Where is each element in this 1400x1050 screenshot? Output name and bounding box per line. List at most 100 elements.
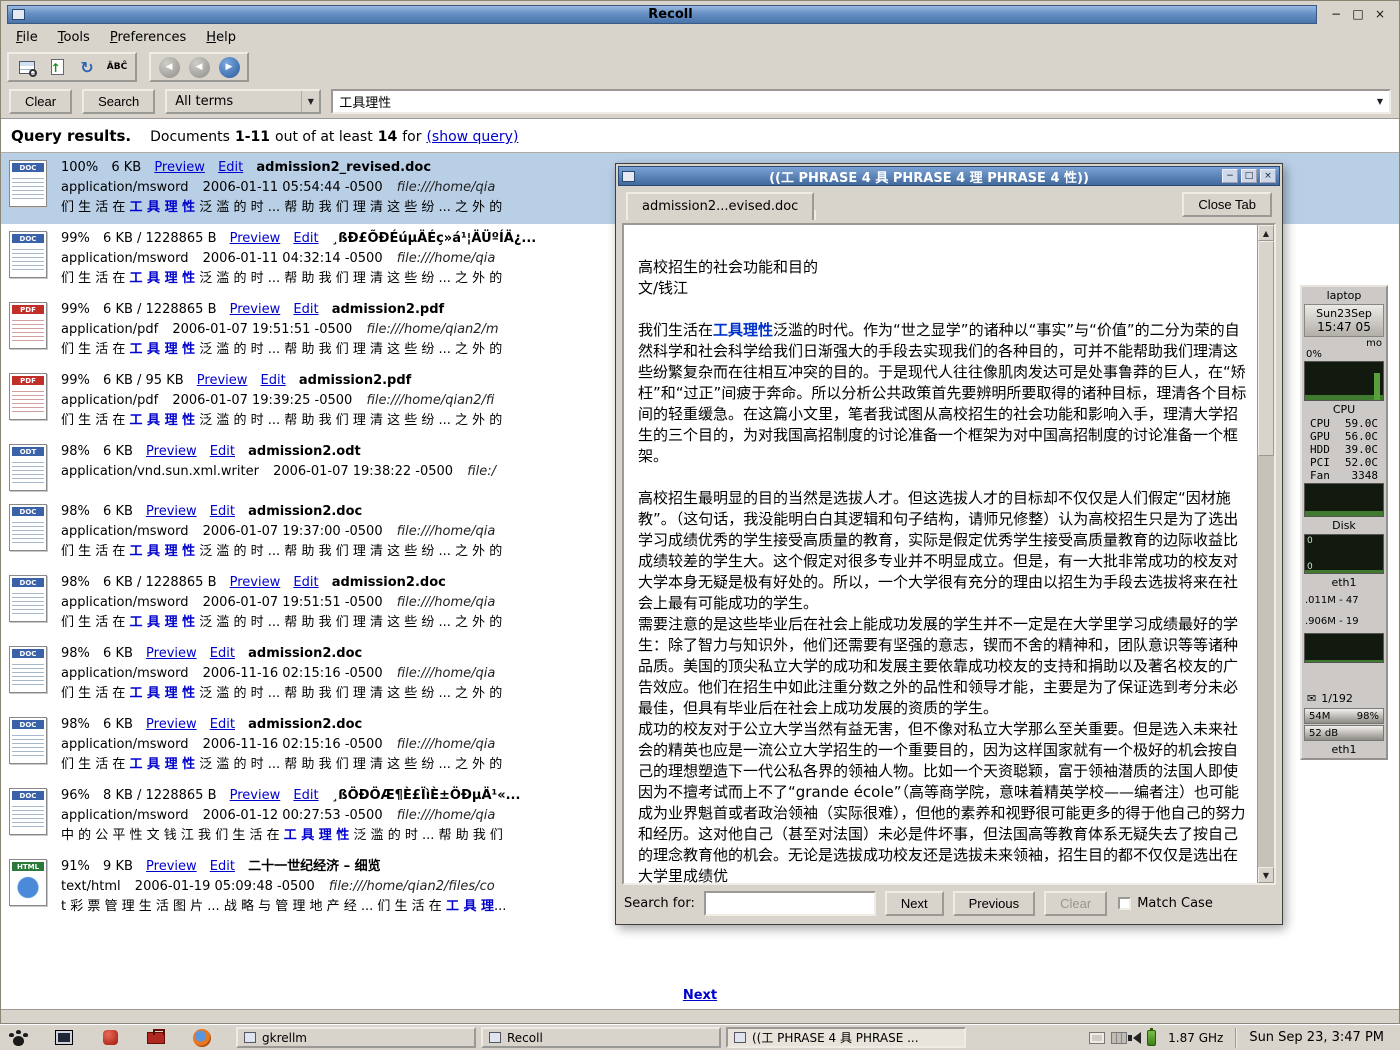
edit-link[interactable]: Edit (293, 575, 318, 590)
preview-link[interactable]: Preview (146, 859, 197, 874)
edit-link[interactable]: Edit (210, 717, 235, 732)
preview-link[interactable]: Preview (197, 373, 248, 388)
document-date: 2006-01-07 19:51:51 -0500 (172, 322, 352, 337)
taskbar-window-button[interactable]: ((工 PHRASE 4 具 PHRASE ... (726, 1027, 966, 1048)
find-next-button[interactable]: Next (885, 891, 944, 916)
edit-link[interactable]: Edit (210, 504, 235, 519)
menu-help[interactable]: Help (197, 27, 245, 48)
search-mode-select[interactable]: All terms ▼ (165, 89, 321, 114)
next-page-link[interactable]: Next (683, 988, 717, 1003)
match-case-checkbox[interactable] (1118, 897, 1131, 910)
close-tab-button[interactable]: Close Tab (1182, 192, 1272, 217)
scroll-down-icon[interactable]: ▼ (1258, 867, 1274, 883)
find-previous-button[interactable]: Previous (953, 891, 1036, 916)
browser-launcher[interactable] (190, 1027, 214, 1049)
file-size: 6 KB / 1228865 B (103, 575, 216, 590)
app-launcher[interactable] (98, 1027, 122, 1049)
menu-preferences[interactable]: Preferences (101, 27, 195, 48)
update-index-button[interactable]: ↻ (74, 55, 100, 79)
page-lines (12, 803, 44, 830)
sensor-row: PCI52.0C (1303, 456, 1385, 469)
preview-link[interactable]: Preview (146, 646, 197, 661)
document-url: file:///home/qia (397, 808, 496, 823)
scroll-up-icon[interactable]: ▲ (1258, 225, 1274, 241)
edit-link[interactable]: Edit (293, 788, 318, 803)
window-titlebar[interactable]: Recoll (7, 5, 1317, 24)
page-icon: ↑ (51, 59, 64, 75)
close-icon[interactable]: × (1260, 169, 1276, 183)
mime-type: application/vnd.sun.xml.writer (61, 464, 259, 479)
maximize-icon[interactable]: □ (1351, 7, 1365, 21)
preview-link[interactable]: Preview (230, 231, 281, 246)
save-document-button[interactable]: ↑ (44, 55, 70, 79)
preview-link[interactable]: Preview (154, 160, 205, 175)
mime-type: application/msword (61, 595, 188, 610)
snippet-text: 泛 滥 的 时 ... 帮 助 我 们 理 清 这 些 纷 ... 之 外 的 (195, 342, 502, 357)
taskbar-window-button[interactable]: Recoll (481, 1027, 721, 1048)
gkrellm-monitor[interactable]: laptop Sun23Sep 15:47 05 mo 0% CPU CPU59… (1300, 285, 1388, 760)
menu-tools[interactable]: Tools (49, 27, 99, 48)
edit-link[interactable]: Edit (210, 859, 235, 874)
edit-link[interactable]: Edit (210, 646, 235, 661)
gkrellm-net-section: eth1 (1303, 575, 1385, 590)
query-detail-button[interactable] (14, 55, 40, 79)
preview-link[interactable]: Preview (230, 788, 281, 803)
show-query-link[interactable]: (show query) (426, 129, 518, 145)
preview-link[interactable]: Preview (146, 504, 197, 519)
gkrellm-disk-section: Disk (1303, 518, 1385, 533)
keyboard-indicator-icon[interactable] (1089, 1032, 1105, 1044)
edit-link[interactable]: Edit (293, 302, 318, 317)
preview-titlebar[interactable]: ((工 PHRASE 4 具 PHRASE 4 理 PHRASE 4 性)) −… (618, 166, 1280, 186)
maximize-icon[interactable]: □ (1241, 169, 1257, 183)
find-input[interactable] (704, 891, 876, 916)
match-case-option[interactable]: Match Case (1118, 896, 1213, 911)
clear-button[interactable]: Clear (9, 89, 72, 114)
minimize-icon[interactable]: − (1222, 169, 1238, 183)
scrollbar-thumb[interactable] (1258, 241, 1274, 456)
toolbar: ↑ ↻ ÂBĈ ◀ ◀ ▶ (1, 50, 1399, 84)
memory-percent: 98% (1357, 711, 1379, 722)
edit-link[interactable]: Edit (218, 160, 243, 175)
term-explorer-button[interactable]: ÂBĈ (104, 55, 130, 79)
chart-spike (1374, 373, 1380, 400)
pager-icon[interactable] (1111, 1032, 1127, 1044)
document-thumbnail-icon: DOC (9, 717, 47, 764)
battery-icon[interactable] (1147, 1030, 1156, 1046)
volume-icon[interactable] (1133, 1032, 1141, 1044)
first-page-button[interactable]: ◀ (156, 55, 182, 79)
document-url: file:/ (467, 464, 496, 479)
menubar: FileToolsPreferencesHelp (1, 25, 1399, 50)
edit-link[interactable]: Edit (261, 373, 286, 388)
taskbar-window-button[interactable]: gkrellm (236, 1027, 476, 1048)
document-date: 2006-01-12 00:27:53 -0500 (203, 808, 383, 823)
preview-link[interactable]: Preview (230, 575, 281, 590)
memory-meter[interactable]: 54M 98% (1304, 708, 1384, 724)
page-lines (12, 317, 44, 344)
history-dropdown-icon[interactable]: ▼ (1371, 91, 1389, 112)
next-page-button[interactable]: ▶ (216, 55, 242, 79)
edit-link[interactable]: Edit (293, 231, 318, 246)
file-size: 6 KB (103, 717, 133, 732)
minimize-icon[interactable]: − (1329, 7, 1343, 21)
chart-baseline (1305, 395, 1383, 400)
preview-link[interactable]: Preview (146, 444, 197, 459)
search-entry-wrap: ▼ (331, 89, 1391, 114)
search-button[interactable]: Search (82, 89, 155, 114)
volume-meter[interactable]: 52 dB (1304, 725, 1384, 741)
edit-link[interactable]: Edit (210, 444, 235, 459)
preview-tab[interactable]: admission2...evised.doc (626, 192, 814, 220)
preview-link[interactable]: Preview (230, 302, 281, 317)
menu-file[interactable]: File (7, 27, 47, 48)
document-title: admission2.doc (248, 646, 362, 661)
vertical-scrollbar[interactable]: ▲ ▼ (1257, 225, 1274, 883)
scrollbar-track[interactable] (1258, 241, 1274, 867)
close-icon[interactable]: × (1373, 7, 1387, 21)
window-maker-launcher[interactable] (6, 1027, 30, 1049)
search-input[interactable] (333, 94, 1371, 109)
file-size: 6 KB / 1228865 B (103, 231, 216, 246)
terminal-launcher[interactable] (52, 1027, 76, 1049)
find-clear-button[interactable]: Clear (1044, 891, 1107, 916)
preview-link[interactable]: Preview (146, 717, 197, 732)
toolbox-launcher[interactable] (144, 1027, 168, 1049)
previous-page-button[interactable]: ◀ (186, 55, 212, 79)
